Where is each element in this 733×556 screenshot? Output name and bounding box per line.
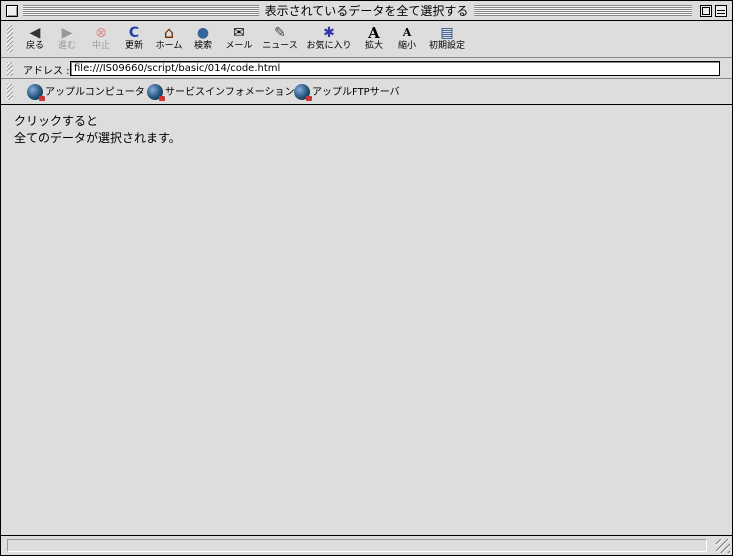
page-content[interactable]: クリックすると 全てのデータが選択されます。 bbox=[1, 106, 732, 535]
favorites-bar-grip[interactable] bbox=[7, 84, 13, 100]
address-bar-grip[interactable] bbox=[7, 62, 13, 76]
text-smaller-button[interactable]: A 縮小 bbox=[387, 25, 427, 55]
favorites-bar: アップルコンピュータ サービスインフォメーション アップルFTPサーバ bbox=[1, 80, 732, 105]
title-bar[interactable]: 表示されているデータを全て選択する bbox=[1, 1, 732, 21]
globe-icon bbox=[27, 84, 45, 101]
favorites-folder-icon: ✱ bbox=[323, 25, 335, 41]
toolbar-grip[interactable] bbox=[7, 25, 13, 53]
address-label: アドレス : bbox=[23, 66, 70, 77]
browser-window: 表示されているデータを全て選択する ◀ 戻る ▶ 進む ⊗ 中止 C 更新 ⌂ … bbox=[0, 0, 733, 556]
zoom-box-icon[interactable] bbox=[700, 5, 712, 17]
toolbar: ◀ 戻る ▶ 進む ⊗ 中止 C 更新 ⌂ ホーム ● 検索 ✉ メール ✎ ニ bbox=[1, 22, 732, 58]
favorite-apple-ftp-server[interactable]: アップルFTPサーバ bbox=[294, 84, 400, 101]
favorites-button[interactable]: ✱ お気に入り bbox=[303, 25, 355, 55]
globe-icon bbox=[294, 84, 312, 101]
mail-button[interactable]: ✉ メール bbox=[219, 25, 259, 55]
content-line-2: 全てのデータが選択されます。 bbox=[14, 131, 181, 145]
status-text bbox=[7, 539, 707, 552]
news-button[interactable]: ✎ ニュース bbox=[260, 25, 300, 55]
resize-grip-icon[interactable] bbox=[716, 539, 730, 553]
preferences-icon: ▤ bbox=[440, 25, 454, 41]
address-bar: アドレス : bbox=[1, 59, 732, 79]
stop-icon: ⊗ bbox=[95, 25, 107, 41]
status-bar bbox=[1, 535, 732, 555]
window-title: 表示されているデータを全て選択する bbox=[258, 3, 475, 19]
refresh-icon: C bbox=[128, 25, 140, 41]
forward-arrow-icon: ▶ bbox=[61, 25, 73, 41]
back-arrow-icon: ◀ bbox=[29, 25, 41, 41]
preferences-button[interactable]: ▤ 初期設定 bbox=[425, 25, 469, 55]
text-smaller-icon: A bbox=[402, 26, 412, 39]
favorite-apple-computer[interactable]: アップルコンピュータ bbox=[27, 84, 145, 101]
content-line-1: クリックすると bbox=[14, 114, 99, 128]
favorite-service-information[interactable]: サービスインフォメーション bbox=[147, 84, 295, 101]
search-button[interactable]: ● 検索 bbox=[183, 25, 223, 55]
globe-icon bbox=[147, 84, 165, 101]
close-box-icon[interactable] bbox=[6, 5, 18, 17]
search-globe-icon: ● bbox=[196, 25, 210, 41]
collapse-box-icon[interactable] bbox=[715, 5, 727, 17]
home-icon: ⌂ bbox=[163, 23, 175, 42]
refresh-button[interactable]: C 更新 bbox=[114, 25, 154, 55]
mail-icon: ✉ bbox=[233, 25, 245, 41]
text-larger-icon: A bbox=[368, 24, 380, 42]
address-input[interactable] bbox=[70, 61, 720, 76]
news-icon: ✎ bbox=[274, 25, 286, 41]
